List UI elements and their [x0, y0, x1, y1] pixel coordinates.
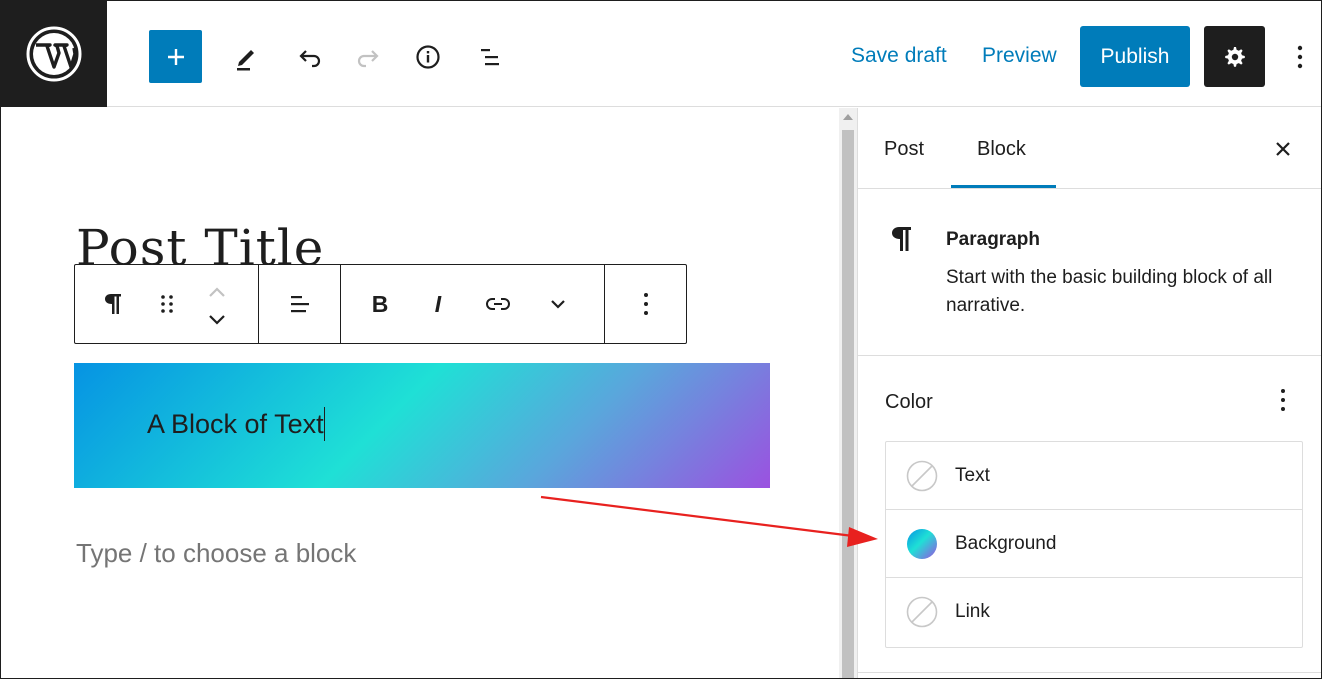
no-color-swatch-icon [906, 460, 938, 491]
link-icon [486, 298, 510, 310]
editor-header: Save draft Preview Publish [1, 1, 1321, 107]
align-button[interactable] [283, 265, 317, 343]
tab-post[interactable]: Post [884, 136, 924, 162]
redo-button[interactable] [347, 35, 391, 79]
move-up-icon [209, 287, 225, 297]
tools-button[interactable] [223, 35, 267, 79]
block-card-description: Start with the basic building block of a… [946, 267, 1273, 316]
scroll-up-arrow-icon[interactable] [843, 114, 853, 120]
gradient-swatch-icon [907, 528, 937, 559]
block-options-button[interactable] [629, 265, 663, 343]
wordpress-logo-icon[interactable] [1, 1, 107, 107]
drag-handle[interactable] [153, 265, 181, 343]
sidebar-divider [858, 672, 1321, 673]
options-button[interactable] [1285, 35, 1315, 79]
tab-block[interactable]: Block [977, 136, 1026, 162]
italic-button[interactable]: I [421, 265, 455, 343]
block-card: Paragraph Start with the basic building … [858, 190, 1321, 356]
align-icon [291, 296, 309, 313]
editor-window: Save draft Preview Publish Post Title B … [0, 0, 1322, 679]
color-panel: Color Text Background Link [858, 357, 1321, 678]
color-settings-list: Text Background Link [885, 441, 1303, 648]
undo-icon [299, 50, 321, 68]
paragraph-icon [892, 227, 911, 251]
move-down-button[interactable] [201, 301, 233, 339]
plus-icon [167, 48, 184, 65]
list-view-icon [481, 49, 499, 66]
block-card-title: Paragraph [946, 229, 1040, 250]
color-item-link[interactable]: Link [886, 578, 1302, 646]
sidebar-tabs: Post Block [858, 108, 1321, 189]
no-color-swatch-icon [906, 596, 938, 628]
paragraph-icon [105, 294, 121, 314]
block-toolbar: B I [74, 264, 687, 344]
block-type-button[interactable] [97, 265, 129, 343]
color-panel-title: Color [885, 391, 933, 413]
paragraph-text[interactable]: A Block of Text [147, 407, 325, 441]
move-down-icon [209, 315, 225, 325]
preview-button[interactable]: Preview [982, 41, 1057, 71]
color-item-text[interactable]: Text [886, 442, 1302, 510]
close-sidebar-button[interactable] [1268, 134, 1298, 164]
details-button[interactable] [406, 35, 450, 79]
paragraph-block[interactable]: A Block of Text [74, 363, 770, 488]
scrollbar-thumb[interactable] [842, 130, 854, 678]
pencil-icon [237, 50, 254, 71]
more-vertical-icon [1281, 389, 1285, 411]
more-formatting-button[interactable] [541, 265, 575, 343]
save-draft-button[interactable]: Save draft [851, 41, 947, 71]
color-options-button[interactable] [1268, 385, 1298, 415]
info-icon [416, 45, 440, 69]
add-block-button[interactable] [149, 30, 202, 83]
more-vertical-icon [1297, 45, 1303, 69]
color-item-label: Background [955, 532, 1057, 554]
close-icon [1276, 142, 1290, 156]
block-toolbar-group-format: B I [341, 265, 605, 343]
publish-button[interactable]: Publish [1080, 26, 1190, 87]
list-view-button[interactable] [468, 35, 512, 79]
color-item-label: Link [955, 601, 990, 622]
more-vertical-icon [644, 293, 648, 315]
undo-button[interactable] [287, 35, 331, 79]
text-caret [323, 407, 325, 441]
drag-handle-icon [161, 295, 173, 313]
paragraph-text-content: A Block of Text [147, 409, 324, 439]
settings-sidebar: Post Block Paragraph Start with the basi… [857, 108, 1321, 678]
editor-canvas: Post Title B I A Block of Text Type / to… [1, 108, 839, 678]
color-item-background[interactable]: Background [886, 510, 1302, 578]
redo-icon [357, 50, 379, 68]
canvas-scrollbar[interactable] [839, 108, 857, 678]
gear-icon [1224, 46, 1245, 67]
chevron-down-icon [551, 300, 565, 309]
color-item-label: Text [955, 464, 990, 486]
active-tab-indicator [951, 185, 1056, 188]
link-button[interactable] [481, 265, 515, 343]
block-toolbar-group-align [259, 265, 341, 343]
settings-button[interactable] [1204, 26, 1265, 87]
bold-button[interactable]: B [363, 265, 397, 343]
block-toolbar-group-transform [75, 265, 259, 343]
block-appender-placeholder[interactable]: Type / to choose a block [76, 536, 356, 570]
